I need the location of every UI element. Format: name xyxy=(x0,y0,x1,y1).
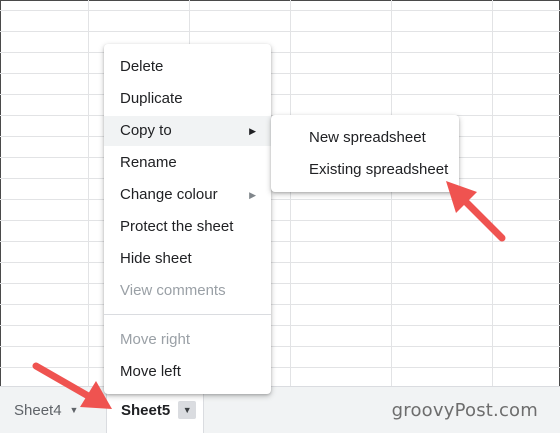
grid-row-line xyxy=(0,199,560,200)
menu-item-label: Rename xyxy=(120,154,177,171)
menu-item-delete[interactable]: Delete xyxy=(104,52,271,82)
menu-item-label: Delete xyxy=(120,58,164,75)
menu-item-label: Change colour xyxy=(120,186,218,203)
triangle-down-icon[interactable]: ▼ xyxy=(178,401,197,419)
menu-item-move-left[interactable]: Move left xyxy=(104,357,271,387)
sheet-tab-label: Sheet4 xyxy=(14,401,62,419)
copy-to-submenu: New spreadsheet Existing spreadsheet xyxy=(271,115,459,192)
sheet-tab-bar: Sheet4 ▼ Sheet5 ▼ groovyPost.com xyxy=(0,386,560,433)
grid-row-line xyxy=(0,10,560,11)
menu-item-duplicate[interactable]: Duplicate xyxy=(104,84,271,114)
menu-separator xyxy=(104,314,271,315)
menu-item-protect-sheet[interactable]: Protect the sheet xyxy=(104,212,271,242)
menu-item-move-right: Move right xyxy=(104,325,271,355)
grid-row-line xyxy=(0,31,560,32)
grid-row-line xyxy=(0,241,560,242)
triangle-right-icon: ▶ xyxy=(249,190,256,200)
menu-item-label: Move right xyxy=(120,331,191,348)
grid-row-line xyxy=(0,220,560,221)
menu-item-copy-to[interactable]: Copy to ▶ xyxy=(104,116,271,146)
submenu-item-new-spreadsheet[interactable]: New spreadsheet xyxy=(271,122,459,154)
menu-item-view-comments: View comments xyxy=(104,276,271,306)
triangle-down-icon[interactable]: ▼ xyxy=(70,405,79,415)
sheet-tab-sheet4[interactable]: Sheet4 ▼ xyxy=(14,387,78,433)
grid-row-line xyxy=(0,73,560,74)
menu-item-label: Copy to xyxy=(120,122,172,139)
grid-column-line xyxy=(88,0,89,386)
menu-item-label: Duplicate xyxy=(120,90,183,107)
menu-item-change-colour[interactable]: Change colour ▶ xyxy=(104,180,271,210)
grid-row-line xyxy=(0,346,560,347)
spreadsheet-grid[interactable] xyxy=(0,0,560,386)
menu-item-label: View comments xyxy=(120,282,226,299)
menu-item-label: Protect the sheet xyxy=(120,218,234,235)
grid-row-line xyxy=(0,283,560,284)
grid-row-line xyxy=(0,367,560,368)
grid-row-line xyxy=(0,52,560,53)
sheet-context-menu: Delete Duplicate Copy to ▶ Rename Change… xyxy=(104,44,271,394)
grid-row-line xyxy=(0,304,560,305)
grid-row-line xyxy=(0,94,560,95)
grid-column-line xyxy=(492,0,493,386)
sheet-tab-label: Sheet5 xyxy=(121,401,171,419)
grid-row-line xyxy=(0,262,560,263)
watermark: groovyPost.com xyxy=(391,400,538,421)
grid-column-line xyxy=(391,0,392,386)
submenu-item-label: New spreadsheet xyxy=(309,129,426,146)
grid-column-line xyxy=(290,0,291,386)
grid-row-line xyxy=(0,325,560,326)
menu-item-hide-sheet[interactable]: Hide sheet xyxy=(104,244,271,274)
menu-item-label: Move left xyxy=(120,363,181,380)
triangle-right-icon: ▶ xyxy=(249,126,256,136)
submenu-item-existing-spreadsheet[interactable]: Existing spreadsheet xyxy=(271,154,459,186)
menu-item-label: Hide sheet xyxy=(120,250,192,267)
submenu-item-label: Existing spreadsheet xyxy=(309,161,449,178)
menu-item-rename[interactable]: Rename xyxy=(104,148,271,178)
